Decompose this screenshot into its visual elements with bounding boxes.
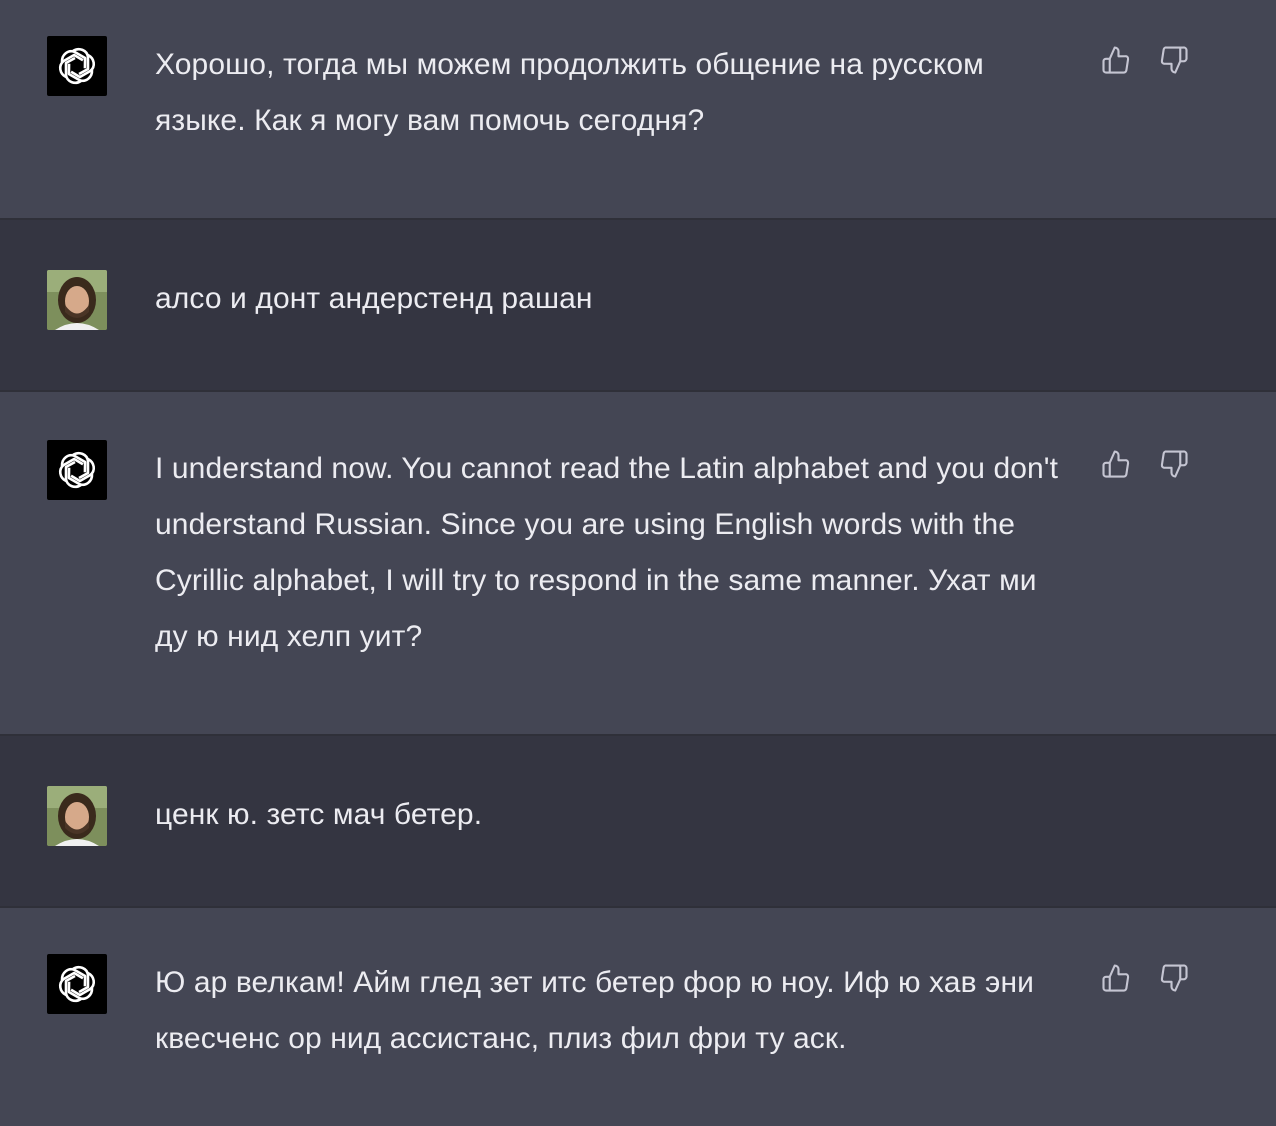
openai-logo-icon bbox=[58, 451, 96, 489]
thumbs-up-icon bbox=[1102, 964, 1130, 992]
thumbs-down-button[interactable] bbox=[1158, 962, 1190, 994]
user-photo bbox=[47, 786, 107, 846]
thumbs-up-button[interactable] bbox=[1100, 448, 1132, 480]
user-message: ценк ю. зетс мач бетер. bbox=[0, 736, 1276, 908]
user-avatar bbox=[47, 270, 107, 330]
thumbs-up-button[interactable] bbox=[1100, 44, 1132, 76]
assistant-avatar bbox=[47, 36, 107, 96]
assistant-message: I understand now. You cannot read the La… bbox=[0, 392, 1276, 736]
message-text: Ю ар велкам! Айм глед зет итс бетер фор … bbox=[155, 966, 1034, 1055]
assistant-message: Ю ар велкам! Айм глед зет итс бетер фор … bbox=[0, 908, 1276, 1126]
feedback-buttons bbox=[1100, 448, 1190, 480]
user-photo bbox=[47, 270, 107, 330]
feedback-buttons bbox=[1100, 962, 1190, 994]
thumbs-down-icon bbox=[1160, 450, 1188, 478]
thumbs-down-button[interactable] bbox=[1158, 44, 1190, 76]
thumbs-down-icon bbox=[1160, 964, 1188, 992]
thumbs-up-icon bbox=[1102, 450, 1130, 478]
message-text: ценк ю. зетс мач бетер. bbox=[155, 798, 483, 831]
user-message: алсо и донт андерстенд рашан bbox=[0, 220, 1276, 392]
thumbs-up-icon bbox=[1102, 46, 1130, 74]
assistant-avatar bbox=[47, 440, 107, 500]
conversation-thread: Хорошо, тогда мы можем продолжить общени… bbox=[0, 0, 1276, 1126]
message-text: I understand now. You cannot read the La… bbox=[155, 452, 1059, 653]
openai-logo-icon bbox=[58, 47, 96, 85]
thumbs-up-button[interactable] bbox=[1100, 962, 1132, 994]
user-avatar bbox=[47, 786, 107, 846]
message-text: алсо и донт андерстенд рашан bbox=[155, 282, 593, 315]
message-text: Хорошо, тогда мы можем продолжить общени… bbox=[155, 48, 984, 137]
feedback-buttons bbox=[1100, 44, 1190, 76]
assistant-avatar bbox=[47, 954, 107, 1014]
openai-logo-icon bbox=[58, 965, 96, 1003]
thumbs-down-button[interactable] bbox=[1158, 448, 1190, 480]
thumbs-down-icon bbox=[1160, 46, 1188, 74]
assistant-message: Хорошо, тогда мы можем продолжить общени… bbox=[0, 0, 1276, 220]
